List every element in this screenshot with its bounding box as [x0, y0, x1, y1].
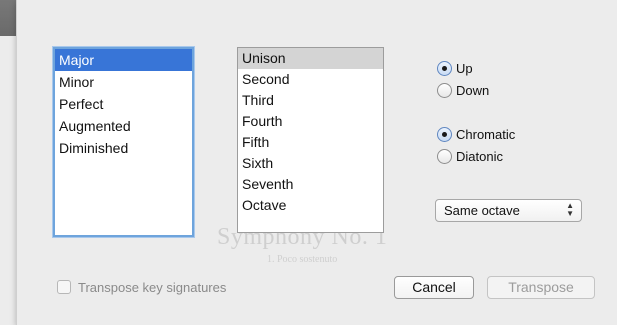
- radio-diatonic-label: Diatonic: [456, 148, 503, 164]
- interval-quality-list[interactable]: Major Minor Perfect Augmented Diminished: [53, 47, 194, 237]
- radio-down[interactable]: Down: [437, 80, 489, 100]
- quality-item-perfect[interactable]: Perfect: [55, 93, 192, 115]
- interval-item-fourth[interactable]: Fourth: [238, 111, 383, 132]
- radio-diatonic[interactable]: Diatonic: [437, 146, 503, 166]
- octave-select[interactable]: Same octave ▲ ▼: [435, 199, 582, 222]
- transpose-key-signatures-checkbox[interactable]: Transpose key signatures: [57, 278, 226, 296]
- interval-item-seventh[interactable]: Seventh: [238, 174, 383, 195]
- transpose-dialog: Symphony No. 1 1. Poco sostenuto Major M…: [16, 0, 617, 325]
- octave-select-value: Same octave: [444, 203, 520, 218]
- radio-up-button[interactable]: [437, 60, 452, 76]
- radio-up-label: Up: [456, 60, 473, 76]
- radio-diatonic-button[interactable]: [437, 148, 452, 164]
- background-score-subtitle: 1. Poco sostenuto: [267, 254, 338, 265]
- interval-item-unison[interactable]: Unison: [238, 48, 383, 69]
- transpose-key-signatures-label: Transpose key signatures: [78, 279, 227, 295]
- quality-item-major[interactable]: Major: [55, 49, 192, 71]
- quality-item-augmented[interactable]: Augmented: [55, 115, 192, 137]
- checkbox-icon[interactable]: [57, 280, 71, 294]
- quality-item-diminished[interactable]: Diminished: [55, 137, 192, 159]
- radio-chromatic-label: Chromatic: [456, 126, 516, 142]
- interval-list[interactable]: Unison Second Third Fourth Fifth Sixth S…: [237, 47, 384, 233]
- up-down-arrows-icon: ▲ ▼: [566, 201, 574, 218]
- screen: Symphony No. 1 1. Poco sostenuto Major M…: [0, 0, 617, 325]
- quality-item-minor[interactable]: Minor: [55, 71, 192, 93]
- radio-chromatic-button[interactable]: [437, 126, 452, 142]
- cancel-button[interactable]: Cancel: [394, 276, 474, 299]
- radio-down-label: Down: [456, 82, 490, 98]
- interval-item-octave[interactable]: Octave: [238, 195, 383, 216]
- interval-item-sixth[interactable]: Sixth: [238, 153, 383, 174]
- interval-item-second[interactable]: Second: [238, 69, 383, 90]
- transpose-button[interactable]: Transpose: [487, 276, 595, 299]
- interval-item-third[interactable]: Third: [238, 90, 383, 111]
- radio-chromatic[interactable]: Chromatic: [437, 124, 515, 144]
- radio-up[interactable]: Up: [437, 58, 473, 78]
- radio-down-button[interactable]: [437, 82, 452, 98]
- interval-item-fifth[interactable]: Fifth: [238, 132, 383, 153]
